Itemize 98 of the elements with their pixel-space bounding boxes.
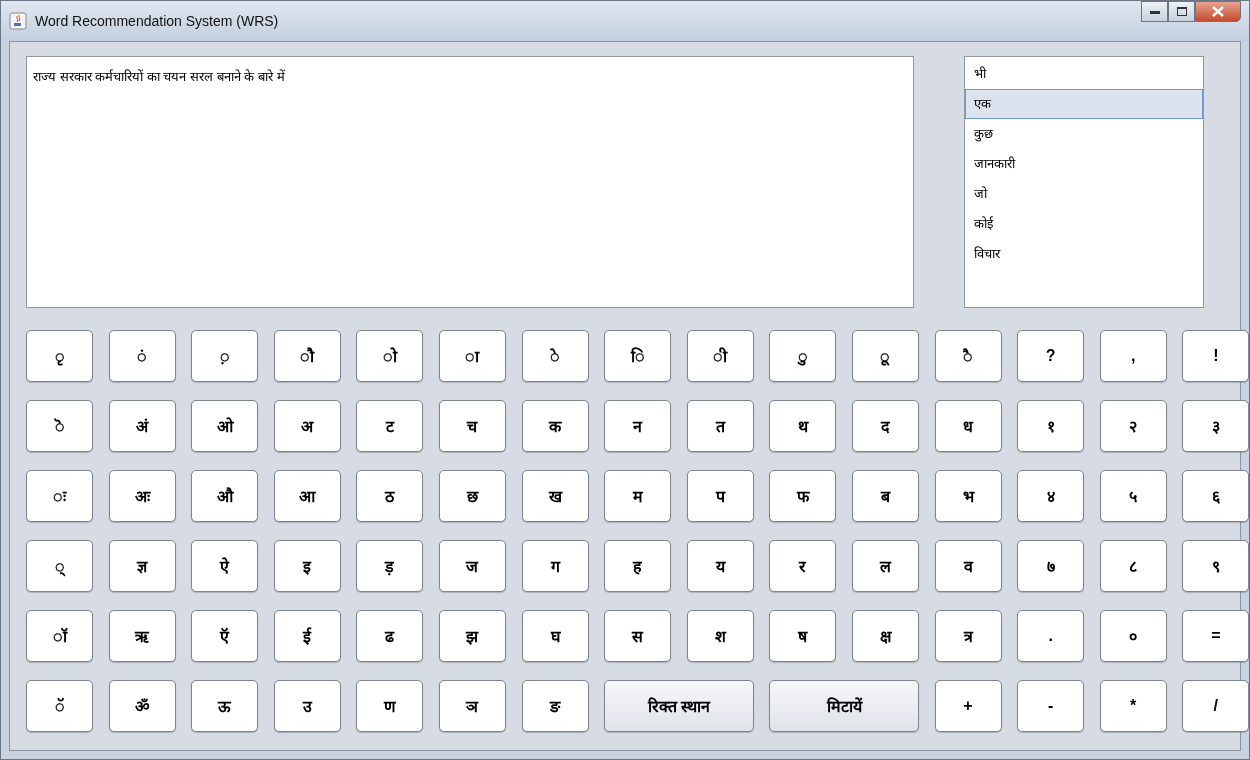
keyboard-key[interactable]: ? (1017, 330, 1085, 382)
keyboard-key[interactable]: ल (851, 540, 919, 592)
maximize-button[interactable] (1168, 1, 1195, 22)
keyboard-key[interactable]: अं (108, 400, 176, 452)
keyboard-key[interactable]: . (1017, 610, 1085, 662)
keyboard-key[interactable]: - (1017, 680, 1085, 732)
keyboard-key[interactable]: आ (273, 470, 341, 522)
keyboard-key[interactable]: ह (604, 540, 672, 592)
keyboard-key[interactable]: झ (438, 610, 506, 662)
action-key[interactable]: रिक्त स्थान (604, 680, 754, 732)
keyboard-key[interactable]: ऐ (191, 540, 259, 592)
keyboard-key[interactable]: + (934, 680, 1002, 732)
keyboard-key[interactable]: ◌ो (356, 330, 424, 382)
keyboard-key[interactable]: ष (769, 610, 837, 662)
keyboard-key[interactable]: ◌ः (26, 470, 93, 522)
keyboard-key[interactable]: ॐ (108, 680, 176, 732)
keyboard-key[interactable]: क्ष (851, 610, 919, 662)
keyboard-key[interactable]: ◌े (521, 330, 589, 382)
keyboard-key[interactable]: त (686, 400, 754, 452)
keyboard-key[interactable]: ◌ॆ (26, 400, 93, 452)
suggestion-item[interactable]: एक (965, 89, 1203, 119)
keyboard-key[interactable]: फ (769, 470, 837, 522)
keyboard-key[interactable]: , (1099, 330, 1167, 382)
keyboard-key[interactable]: ४ (1017, 470, 1085, 522)
keyboard-key[interactable]: ◌ा (438, 330, 506, 382)
keyboard-key[interactable]: ठ (356, 470, 424, 522)
keyboard-key[interactable]: ब (851, 470, 919, 522)
keyboard-key[interactable]: ध (934, 400, 1002, 452)
keyboard-key[interactable]: ऋ (108, 610, 176, 662)
keyboard-key[interactable]: ९ (1182, 540, 1250, 592)
minimize-icon (1149, 9, 1160, 14)
keyboard-key[interactable]: औ (191, 470, 259, 522)
keyboard-key[interactable]: छ (438, 470, 506, 522)
keyboard-key[interactable]: ट (356, 400, 424, 452)
keyboard-key[interactable]: इ (273, 540, 341, 592)
keyboard-key[interactable]: ० (1099, 610, 1167, 662)
keyboard-key[interactable]: घ (521, 610, 589, 662)
keyboard-key[interactable]: अ (273, 400, 341, 452)
keyboard-key[interactable]: ◌ी (686, 330, 754, 382)
keyboard-key[interactable]: १ (1017, 400, 1085, 452)
keyboard-key[interactable]: द (851, 400, 919, 452)
keyboard-key[interactable]: ◌ू (851, 330, 919, 382)
close-icon (1212, 6, 1224, 17)
maximize-icon (1176, 7, 1187, 16)
keyboard-key[interactable]: ◌ि (604, 330, 672, 382)
keyboard-key[interactable]: ◌़ (191, 330, 259, 382)
keyboard-key[interactable]: ण (356, 680, 424, 732)
keyboard-key[interactable]: ऊ (191, 680, 259, 732)
keyboard-key[interactable]: च (438, 400, 506, 452)
keyboard-key[interactable]: प (686, 470, 754, 522)
keyboard-key[interactable]: य (686, 540, 754, 592)
keyboard-key[interactable]: २ (1099, 400, 1167, 452)
action-key[interactable]: मिटायें (769, 680, 919, 732)
keyboard-key[interactable]: ज (438, 540, 506, 592)
keyboard-key[interactable]: = (1182, 610, 1250, 662)
keyboard-key[interactable]: / (1182, 680, 1250, 732)
text-area[interactable]: राज्य सरकार कर्मचारियों का चयन सरल बनाने के बारे में (26, 56, 914, 308)
keyboard-key[interactable]: ड़ (356, 540, 424, 592)
keyboard-key[interactable]: उ (273, 680, 341, 732)
keyboard-key[interactable]: ६ (1182, 470, 1250, 522)
keyboard-key[interactable]: ञ (438, 680, 506, 732)
java-cup-icon (9, 12, 27, 30)
keyboard-key[interactable]: श (686, 610, 754, 662)
keyboard-key[interactable]: ◌ॅ (26, 680, 93, 732)
keyboard-key[interactable]: क (521, 400, 589, 452)
keyboard-key[interactable]: व (934, 540, 1002, 592)
keyboard-key[interactable]: ३ (1182, 400, 1250, 452)
keyboard-key[interactable]: भ (934, 470, 1002, 522)
keyboard-key[interactable]: ख (521, 470, 589, 522)
keyboard-key[interactable]: ◌ॉ (26, 610, 93, 662)
keyboard-key[interactable]: न (604, 400, 672, 452)
minimize-button[interactable] (1141, 1, 1168, 22)
keyboard-key[interactable]: म (604, 470, 672, 522)
keyboard-key[interactable]: ग (521, 540, 589, 592)
close-button[interactable] (1195, 1, 1241, 22)
keyboard-key[interactable]: ◌ं (108, 330, 176, 382)
keyboard-key[interactable]: ७ (1017, 540, 1085, 592)
keyboard-key[interactable]: * (1099, 680, 1167, 732)
keyboard-key[interactable]: ◌ौ (273, 330, 341, 382)
keyboard-key[interactable]: ८ (1099, 540, 1167, 592)
keyboard-key[interactable]: ◌् (26, 540, 93, 592)
keyboard-key[interactable]: ◌ृ (26, 330, 93, 382)
keyboard-key[interactable]: ई (273, 610, 341, 662)
keyboard-key[interactable]: ढ (356, 610, 424, 662)
window-title: Word Recommendation System (WRS) (35, 13, 279, 29)
keyboard-key[interactable]: ओ (191, 400, 259, 452)
keyboard-key[interactable]: ज्ञ (108, 540, 176, 592)
keyboard-key[interactable]: स (604, 610, 672, 662)
keyboard-key[interactable]: ◌ु (769, 330, 837, 382)
keyboard-key[interactable]: र (769, 540, 837, 592)
keyboard-key[interactable]: थ (769, 400, 837, 452)
keyboard-key[interactable]: अः (108, 470, 176, 522)
keyboard-key[interactable]: त्र (934, 610, 1002, 662)
keyboard-key[interactable]: ऍ (191, 610, 259, 662)
keyboard-key[interactable]: ङ (521, 680, 589, 732)
keyboard-key[interactable]: ◌ै (934, 330, 1002, 382)
keyboard-key[interactable]: ५ (1099, 470, 1167, 522)
keyboard-key[interactable]: ! (1182, 330, 1250, 382)
